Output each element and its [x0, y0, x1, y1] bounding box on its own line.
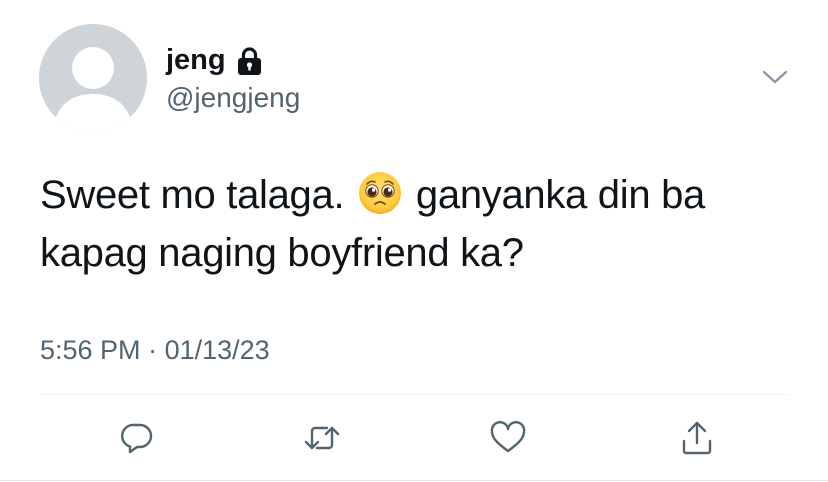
tweet-text: Sweet mo talaga. ganyanka din ba kapag n…: [40, 166, 800, 282]
retweet-icon: [303, 420, 341, 456]
avatar[interactable]: [39, 24, 147, 132]
reply-button[interactable]: [117, 418, 157, 458]
tweet-timestamp[interactable]: 5:56 PM · 01/13/23: [40, 332, 270, 368]
default-profile-icon: [39, 24, 147, 132]
user-handle[interactable]: @jengjeng: [166, 80, 300, 116]
meta-separator: ·: [148, 335, 158, 365]
retweet-button[interactable]: [302, 418, 342, 458]
like-icon: [489, 420, 527, 456]
tweet-text-line-1: Sweet mo talaga. ganyanka din ba: [40, 166, 800, 224]
tweet-date: 01/13/23: [164, 335, 270, 365]
tweet-card: jeng @jengjeng Sweet mo talaga. ganyanka…: [0, 0, 828, 482]
bottom-divider: [0, 480, 828, 481]
like-button[interactable]: [488, 418, 528, 458]
author-name-row: jeng: [166, 42, 264, 78]
tweet-text-segment: Sweet mo talaga.: [40, 173, 345, 217]
pleading-face-emoji-icon: [357, 170, 403, 216]
share-button[interactable]: [677, 418, 717, 458]
lock-icon: [235, 46, 264, 76]
tweet-text-segment: ganyanka din ba: [415, 173, 705, 217]
divider: [40, 394, 788, 395]
tweet-time: 5:56 PM: [40, 335, 141, 365]
reply-icon: [119, 420, 155, 456]
display-name[interactable]: jeng: [166, 42, 226, 78]
share-icon: [679, 419, 715, 457]
chevron-down-icon[interactable]: [760, 66, 790, 88]
tweet-text-line-2: kapag naging boyfriend ka?: [40, 231, 524, 275]
